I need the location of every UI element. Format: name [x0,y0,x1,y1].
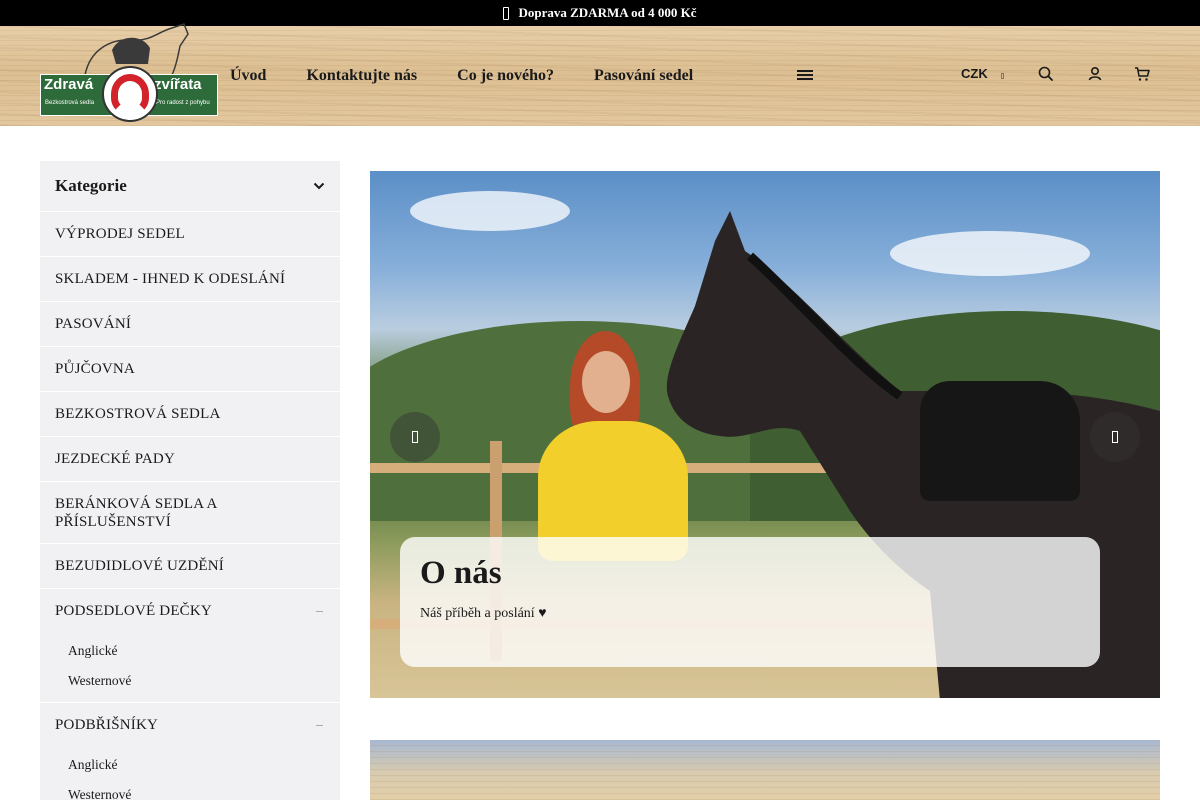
chevron-down-icon[interactable] [1001,73,1004,79]
hero-subtitle: Náš příběh a poslání ♥ [420,606,547,621]
hero-title: O nás [420,555,502,591]
subcategory-anglicke[interactable]: Anglické [40,636,340,666]
hamburger-icon[interactable] [797,70,813,82]
secondary-banner[interactable] [370,740,1160,800]
category-jezdecke-pady[interactable]: JEZDECKÉ PADY [40,437,340,482]
chevron-left-icon [412,431,418,443]
subcategory-anglicke[interactable]: Anglické [40,750,340,780]
main-nav: Úvod Kontaktujte nás Co je nového? Pasov… [230,26,733,126]
category-header[interactable]: Kategorie [40,161,340,212]
category-label: PODBŘIŠNÍKY [55,717,159,733]
category-bezkostrova-sedla[interactable]: BEZKOSTROVÁ SEDLA [40,392,340,437]
nav-link-kontakt[interactable]: Kontaktujte nás [306,67,417,85]
chevron-down-icon[interactable] [313,182,325,190]
search-icon[interactable] [1037,65,1055,83]
category-berankova-sedla[interactable]: BERÁNKOVÁ SEDLA A PŘÍSLUŠENSTVÍ [40,482,340,544]
shipping-text: Doprava ZDARMA od 4 000 Kč [518,5,697,20]
nav-link-pasovani-sedel[interactable]: Pasování sedel [594,67,693,85]
slider-prev-button[interactable] [390,412,440,462]
cart-icon[interactable] [1133,65,1151,83]
subcategory-westernove[interactable]: Westernové [40,666,340,696]
nav-link-co-je-noveho[interactable]: Co je nového? [457,67,554,85]
subcategory-list: Anglické Westernové [40,634,340,703]
category-bezudidlove-uzdeni[interactable]: BEZUDIDLOVÉ UZDĚNÍ [40,544,340,589]
subcategory-list: Anglické Westernové [40,748,340,800]
logo-word-2: zvířata [154,76,202,93]
cloud-shape [410,191,570,231]
category-label: PASOVÁNÍ [55,315,132,332]
collapse-icon[interactable] [316,611,323,612]
logo-word-1: Zdravá [44,76,94,93]
category-label: VÝPRODEJ SEDEL [55,225,185,242]
logo-tagline-2: Pro radost z pohybu [156,100,210,106]
slider-next-button[interactable] [1090,412,1140,462]
category-label: PODSEDLOVÉ DEČKY [55,603,212,619]
category-label: BEZKOSTROVÁ SEDLA [55,405,221,422]
category-label: PŮJČOVNA [55,360,135,377]
category-pujcovna[interactable]: PŮJČOVNA [40,347,340,392]
category-label: JEZDECKÉ PADY [55,450,175,467]
category-label: BERÁNKOVÁ SEDLA A PŘÍSLUŠENSTVÍ [55,495,217,530]
logo-tagline-1: Bezkostrová sedla [45,100,95,106]
category-vyprodej-sedel[interactable]: VÝPRODEJ SEDEL [40,212,340,257]
currency-selector[interactable]: CZK [961,66,988,81]
collapse-icon[interactable] [316,725,323,726]
user-icon[interactable] [1086,65,1104,83]
chevron-right-icon [1112,431,1118,443]
category-title: Kategorie [55,176,127,195]
saddle-shape [920,381,1080,501]
info-box-icon [503,6,510,20]
horseshoe-icon [102,66,158,122]
hero-slider[interactable]: O nás Náš příběh a poslání ♥ [370,171,1160,698]
site-logo[interactable]: Zdravá zvířata Bezkostrová sedla Pro rad… [40,23,218,124]
nav-link-uvod[interactable]: Úvod [230,67,266,85]
subcategory-westernove[interactable]: Westernové [40,780,340,800]
category-skladem[interactable]: SKLADEM - IHNED K ODESLÁNÍ [40,257,340,302]
category-pasovani[interactable]: PASOVÁNÍ [40,302,340,347]
category-sidebar: Kategorie VÝPRODEJ SEDEL SKLADEM - IHNED… [40,161,340,800]
site-header: Zdravá zvířata Bezkostrová sedla Pro rad… [0,23,1200,126]
category-label: BEZUDIDLOVÉ UZDĚNÍ [55,557,224,574]
category-label: SKLADEM - IHNED K ODESLÁNÍ [55,270,286,287]
category-podsedlove-decky[interactable]: PODSEDLOVÉ DEČKY [40,589,340,634]
hero-caption[interactable]: O nás Náš příběh a poslání ♥ [400,537,1100,667]
category-podbrisniky[interactable]: PODBŘIŠNÍKY [40,703,340,748]
